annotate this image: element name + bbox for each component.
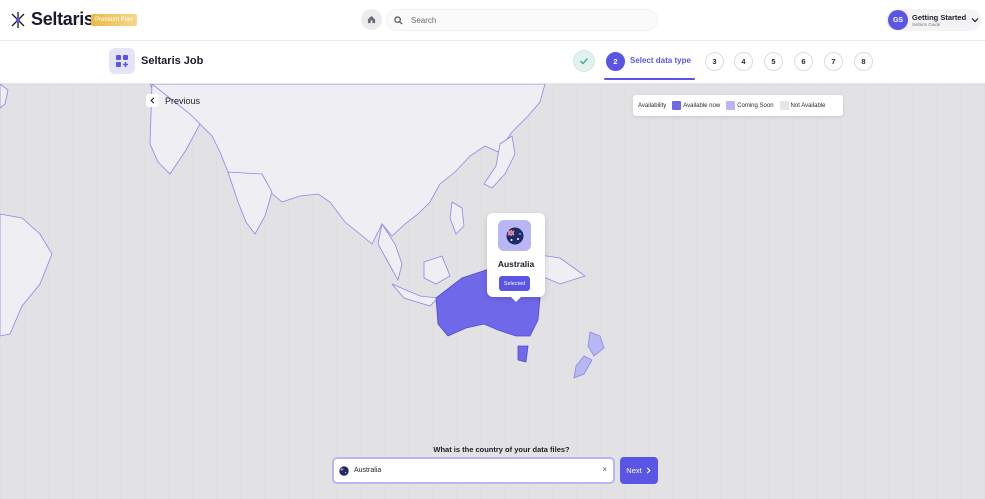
country-question: What is the country of your data files? — [433, 445, 570, 454]
selected-badge[interactable]: Selected — [499, 276, 530, 291]
australia-flag-icon — [339, 465, 349, 476]
australia-flag-icon — [506, 227, 523, 244]
next-button[interactable]: Next — [620, 457, 658, 484]
step-4[interactable]: 4 — [734, 52, 753, 71]
country-popup: Australia Selected — [487, 213, 545, 302]
clear-icon[interactable]: × — [602, 465, 607, 474]
plan-badge: Premium Plan — [91, 14, 137, 26]
user-subtitle: Seltaris Guide — [912, 22, 941, 27]
grid-plus-icon — [116, 55, 128, 67]
region-tasmania — [517, 345, 529, 363]
legend-item-coming-soon: Coming Soon — [726, 101, 774, 110]
legend-coming-soon-label: Coming Soon — [737, 102, 774, 109]
brand-logo[interactable]: Seltaris — [9, 9, 94, 30]
country-value: Australia — [354, 467, 382, 474]
chevron-right-icon — [646, 467, 651, 474]
step-2[interactable]: 2 — [606, 52, 625, 71]
search-icon — [394, 15, 403, 24]
job-icon — [109, 48, 135, 74]
legend-item-available: Available now — [672, 101, 720, 110]
previous-button[interactable]: Previous — [146, 94, 200, 107]
search-input[interactable] — [411, 15, 651, 25]
step-2-title: Select data type — [630, 56, 691, 65]
available-swatch — [672, 101, 682, 110]
job-header: Seltaris Job 2 Select data type 3 4 5 6 … — [0, 41, 985, 84]
user-menu[interactable]: GS Getting Started Seltaris Guide — [886, 9, 981, 31]
legend-not-available-label: Not Available — [790, 102, 826, 109]
step-7[interactable]: 7 — [824, 52, 843, 71]
search-bar — [386, 9, 658, 31]
coming-soon-swatch — [726, 101, 736, 110]
top-navigation-bar: Seltaris Premium Plan GS Getting Started… — [0, 0, 985, 41]
previous-label: Previous — [165, 95, 201, 106]
step-5[interactable]: 5 — [764, 52, 783, 71]
avatar: GS — [888, 10, 908, 30]
not-available-swatch — [779, 101, 789, 110]
step-6[interactable]: 6 — [794, 52, 813, 71]
home-icon — [367, 15, 376, 24]
logo-icon — [11, 11, 25, 28]
country-select-input[interactable]: Australia × — [332, 457, 615, 484]
user-name: Getting Started — [912, 13, 967, 22]
popup-country-name: Australia — [497, 259, 535, 269]
step-3[interactable]: 3 — [705, 52, 724, 71]
availability-legend: Availability Available now Coming Soon N… — [633, 95, 843, 116]
step-1-completed[interactable] — [573, 50, 595, 72]
flag-container — [498, 220, 531, 251]
active-step-indicator — [604, 78, 695, 80]
home-button[interactable] — [361, 9, 382, 30]
next-label: Next — [626, 466, 642, 475]
job-title: Seltaris Job — [141, 55, 204, 67]
chevron-left-icon — [146, 94, 159, 107]
check-icon — [580, 58, 588, 65]
legend-available-label: Available now — [683, 102, 721, 109]
user-info: Getting Started Seltaris Guide — [912, 13, 966, 27]
chevron-down-icon — [971, 18, 979, 23]
step-8[interactable]: 8 — [854, 52, 873, 71]
legend-item-not-available: Not Available — [779, 101, 826, 110]
brand-name: Seltaris — [31, 9, 94, 29]
legend-title: Availability — [638, 102, 667, 109]
